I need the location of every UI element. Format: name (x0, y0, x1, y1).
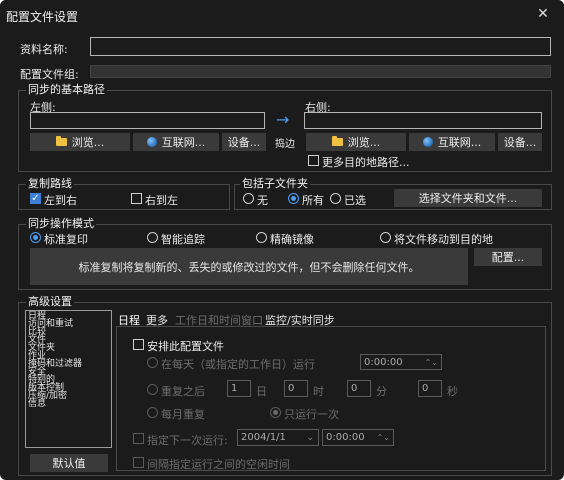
left-settings-button[interactable]: 设备... (222, 133, 266, 151)
globe-icon (146, 137, 157, 147)
profile-group-label: 配置文件组: (20, 68, 79, 81)
right-settings-label: 设备... (503, 136, 537, 149)
next-run-time-input[interactable]: 0:00:00 ⌃⌄ (322, 429, 394, 446)
select-files-label: 选择文件夹和文件... (418, 192, 518, 205)
left-to-right-label: 左到右 (44, 194, 77, 207)
once-label: 只运行一次 (284, 408, 339, 421)
subfolders-title: 包括子文件夹 (240, 177, 310, 190)
close-icon: ✕ (537, 6, 549, 22)
day-unit-label: 日 (256, 385, 267, 398)
left-internet-label: 互联网... (161, 136, 206, 149)
subfolders-all-label: 所有 (302, 194, 324, 207)
monthly-label: 每月重复 (161, 408, 205, 421)
advanced-category-list[interactable]: 日程 访问和重试 比较 文件 文件夹 作业 掩码和过滤器 安全 特别的 版本控制… (25, 310, 112, 448)
mode-smart-radio[interactable] (147, 232, 158, 243)
schedule-enable-label: 安排此配置文件 (147, 340, 224, 353)
subfolders-selected-radio[interactable] (330, 193, 341, 204)
next-time-value: 0:00:00 (326, 432, 365, 443)
mode-description: 标准复制将复制新的、丢失的或修改过的文件，但不会删除任何文件。 (30, 248, 468, 285)
right-browse-label: 浏览... (347, 136, 381, 149)
title-bar (0, 0, 564, 28)
mode-mirror-radio[interactable] (256, 232, 267, 243)
right-internet-label: 互联网... (437, 136, 482, 149)
more-destinations-label: 更多目的地路径... (322, 156, 410, 169)
subfolders-none-radio[interactable] (243, 193, 254, 204)
profile-settings-window: 配置文件设置 ✕ 资料名称: 配置文件组: 同步的基本路径 左侧: 右侧: → … (0, 0, 564, 480)
repeat-label: 重复之后 (161, 385, 205, 398)
next-run-date-input[interactable]: 2004/1/1 ⌄ (237, 429, 319, 446)
next-date-value: 2004/1/1 (241, 432, 286, 443)
monthly-radio[interactable] (147, 407, 158, 418)
more-destinations-checkbox[interactable] (308, 155, 319, 166)
interval-checkbox[interactable] (133, 457, 144, 468)
profile-group-input[interactable] (90, 65, 551, 78)
left-internet-button[interactable]: 互联网... (133, 133, 219, 151)
left-browse-label: 浏览... (71, 136, 105, 149)
select-files-button[interactable]: 选择文件夹和文件... (394, 189, 542, 207)
repeat-radio[interactable] (147, 384, 158, 395)
right-path-input[interactable] (304, 112, 542, 129)
mode-smart-label: 智能追踪 (161, 233, 205, 246)
globe-icon (422, 137, 433, 147)
next-run-label: 指定下一次运行: (147, 434, 228, 447)
chevron-down-icon: ⌄ (306, 433, 314, 443)
right-internet-button[interactable]: 互联网... (409, 133, 495, 151)
daily-time-input[interactable]: 0:00:00 ⌃⌄ (360, 354, 442, 370)
advanced-title: 高级设置 (26, 295, 74, 308)
folder-icon (55, 136, 67, 146)
base-paths-group (18, 90, 552, 172)
profile-name-label: 资料名称: (20, 43, 68, 56)
default-label: 默认值 (52, 457, 86, 470)
mode-move-radio[interactable] (380, 232, 391, 243)
left-to-right-checkbox[interactable]: ✓ (30, 193, 41, 204)
repeat-minutes-input[interactable]: 0 (347, 380, 371, 397)
left-browse-button[interactable]: 浏览... (30, 133, 130, 151)
right-to-left-label: 右到左 (145, 194, 178, 207)
mode-mirror-label: 精确镜像 (270, 233, 314, 246)
spin-icon: ⌃⌄ (424, 358, 438, 367)
window-title: 配置文件设置 (6, 10, 79, 24)
list-item[interactable]: 信息 (28, 400, 46, 409)
minute-unit-label: 分 (376, 385, 387, 398)
mode-standard-radio[interactable] (30, 232, 41, 243)
close-button[interactable]: ✕ (530, 2, 556, 26)
mode-standard-label: 标准复印 (44, 233, 88, 246)
base-paths-title: 同步的基本路径 (26, 83, 107, 96)
daily-radio[interactable] (147, 357, 158, 368)
subfolders-selected-label: 已选 (344, 194, 366, 207)
right-browse-button[interactable]: 浏览... (306, 133, 406, 151)
spin-icon: ⌃⌄ (376, 433, 390, 442)
repeat-seconds-input[interactable]: 0 (418, 380, 442, 397)
interval-label: 间隔指定运行之间的空闲时间 (147, 458, 290, 471)
schedule-enable-checkbox[interactable] (133, 339, 144, 350)
right-to-left-checkbox[interactable] (131, 193, 142, 204)
sync-mode-title: 同步操作模式 (26, 217, 96, 230)
right-settings-button[interactable]: 设备... (498, 133, 542, 151)
folder-icon (331, 136, 343, 146)
repeat-days-input[interactable]: 1 (227, 380, 251, 397)
mode-config-button[interactable]: 配置... (474, 248, 542, 266)
subfolders-none-label: 无 (257, 194, 268, 207)
once-radio[interactable] (270, 407, 281, 418)
mode-config-label: 配置... (491, 251, 525, 264)
second-unit-label: 秒 (447, 385, 458, 398)
arrow-right-icon: → (276, 110, 290, 129)
swap-button[interactable]: 捣边 (275, 135, 295, 150)
next-run-checkbox[interactable] (133, 433, 144, 444)
mode-move-label: 将文件移动到目的地 (394, 233, 493, 246)
hour-unit-label: 时 (313, 385, 324, 398)
left-path-input[interactable] (30, 112, 265, 129)
left-settings-label: 设备... (227, 136, 261, 149)
profile-name-input[interactable] (90, 37, 551, 56)
daily-label: 在每天（或指定的工作日）运行 (161, 358, 315, 371)
default-button[interactable]: 默认值 (30, 454, 108, 472)
repeat-hours-input[interactable]: 0 (284, 380, 308, 397)
daily-time-value: 0:00:00 (364, 357, 403, 368)
subfolders-all-radio[interactable] (288, 193, 299, 204)
direction-title: 复制路线 (26, 177, 74, 190)
